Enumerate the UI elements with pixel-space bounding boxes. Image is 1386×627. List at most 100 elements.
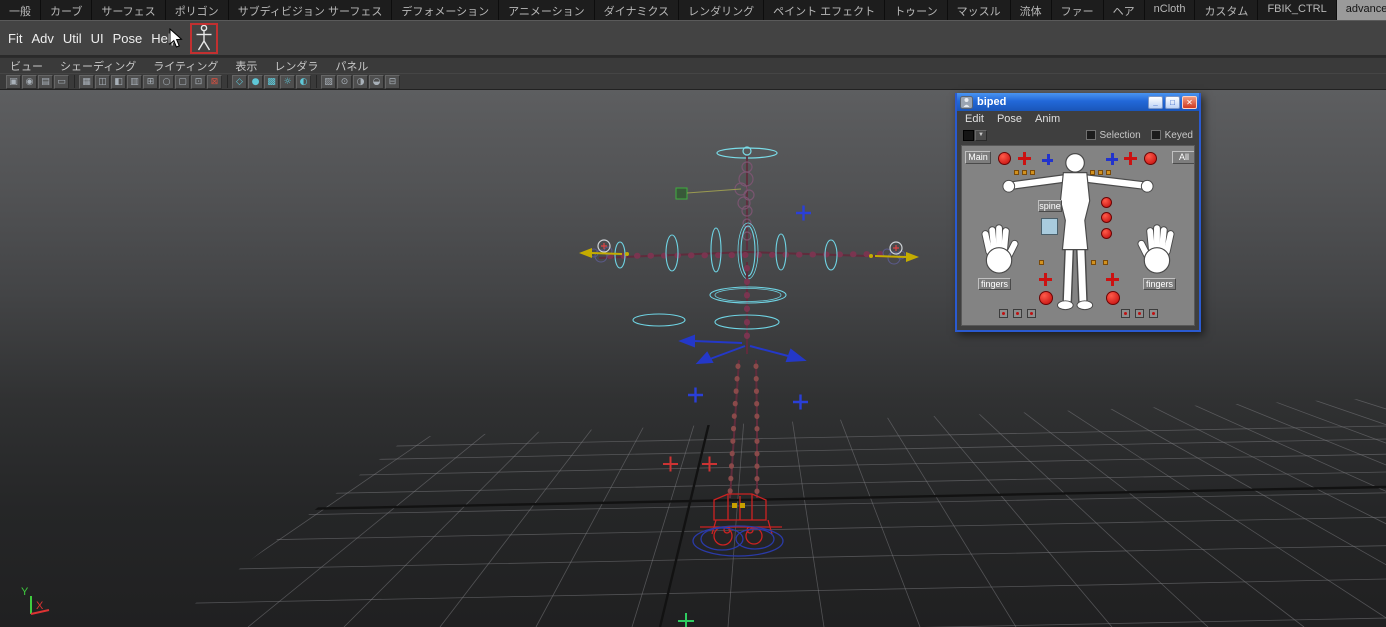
shelf-button-pose[interactable]: Pose — [113, 31, 143, 46]
selection-checkbox[interactable] — [1086, 130, 1096, 140]
right-foot-mini-button[interactable] — [1121, 309, 1130, 318]
snapshot-icon[interactable]: ⊟ — [385, 75, 400, 89]
textured-icon[interactable]: ▩ — [264, 75, 279, 89]
all-button[interactable]: All — [1172, 151, 1195, 164]
right-hip-key-square[interactable] — [1103, 260, 1108, 265]
biped-menu-anim[interactable]: Anim — [1035, 113, 1060, 125]
fingers-right-button[interactable]: fingers — [1143, 278, 1176, 290]
spine-ik-box-button[interactable] — [1041, 218, 1058, 235]
shadows-icon[interactable]: ◐ — [296, 75, 311, 89]
right-arm-fk-cross-button[interactable] — [1124, 152, 1137, 165]
tab-surfaces[interactable]: サーフェス — [92, 0, 165, 20]
right-hand-select-area[interactable] — [1141, 228, 1170, 273]
minimize-button[interactable]: _ — [1148, 96, 1163, 109]
right-leg-fk-cross-button[interactable] — [1106, 273, 1119, 286]
shelf-button-fit[interactable]: Fit — [8, 31, 22, 46]
spine-red-button[interactable] — [1101, 212, 1112, 223]
right-arm-red-button[interactable] — [1144, 152, 1157, 165]
body-select-area[interactable] — [1003, 154, 1153, 310]
biped-titlebar[interactable]: biped _ □ ✕ — [957, 93, 1199, 111]
tab-subdiv-surfaces[interactable]: サブディビジョン サーフェス — [229, 0, 393, 20]
left-leg-fk-cross-button[interactable] — [1039, 273, 1052, 286]
isolate-select-icon[interactable]: ⊙ — [337, 75, 352, 89]
panel-menu-show[interactable]: 表示 — [235, 58, 257, 74]
panel-menu-view[interactable]: ビュー — [10, 58, 43, 74]
tab-hair[interactable]: ヘア — [1104, 0, 1145, 20]
tab-polygons[interactable]: ポリゴン — [166, 0, 229, 20]
right-arm-key-square[interactable] — [1090, 170, 1095, 175]
film-gate-icon[interactable]: ◫ — [95, 75, 110, 89]
tab-muscle[interactable]: マッスル — [948, 0, 1011, 20]
left-arm-key-square[interactable] — [1030, 170, 1035, 175]
tab-advanced-skeleton[interactable]: advancedSkeleton — [1337, 0, 1386, 20]
tab-paint-effects[interactable]: ペイント エフェクト — [764, 0, 885, 20]
shelf-button-util[interactable]: Util — [63, 31, 82, 46]
right-leg-red-button[interactable] — [1106, 291, 1120, 305]
camera-attributes-icon[interactable]: ◉ — [22, 75, 37, 89]
fingers-left-button[interactable]: fingers — [978, 278, 1011, 290]
right-arm-key-square[interactable] — [1106, 170, 1111, 175]
right-shoulder-plus-button[interactable] — [1106, 153, 1118, 165]
keyed-checkbox[interactable] — [1151, 130, 1161, 140]
tab-deformation[interactable]: デフォメーション — [392, 0, 499, 20]
smooth-shade-icon[interactable]: ● — [248, 75, 263, 89]
biped-menu-pose[interactable]: Pose — [997, 113, 1022, 125]
xray-icon[interactable]: ▨ — [321, 75, 336, 89]
biped-menu-edit[interactable]: Edit — [965, 113, 984, 125]
right-hip-key-square[interactable] — [1091, 260, 1096, 265]
tab-rendering[interactable]: レンダリング — [679, 0, 764, 20]
left-hip-key-square[interactable] — [1039, 260, 1044, 265]
right-foot-mini-button[interactable] — [1135, 309, 1144, 318]
resolution-gate-icon[interactable]: ◧ — [111, 75, 126, 89]
left-foot-mini-button[interactable] — [1027, 309, 1036, 318]
character-rig[interactable] — [579, 147, 919, 627]
pose-combo-field[interactable] — [963, 130, 974, 141]
field-chart-icon[interactable]: ⊞ — [143, 75, 158, 89]
spine-button[interactable]: spine — [1038, 200, 1062, 212]
tab-toon[interactable]: トゥーン — [885, 0, 947, 20]
frame-all-icon[interactable]: ⊡ — [191, 75, 206, 89]
tab-dynamics[interactable]: ダイナミクス — [595, 0, 679, 20]
biped-tool-button[interactable] — [190, 23, 218, 54]
left-arm-fk-cross-button[interactable] — [1018, 152, 1031, 165]
tab-fbik-ctrl[interactable]: FBIK_CTRL — [1258, 0, 1336, 20]
left-shoulder-plus-button[interactable] — [1042, 154, 1053, 165]
wireframe-icon[interactable]: ◇ — [232, 75, 247, 89]
left-arm-red-button[interactable] — [998, 152, 1011, 165]
shelf-button-ui[interactable]: UI — [91, 31, 104, 46]
image-plane-icon[interactable]: ▭ — [54, 75, 69, 89]
tab-curves[interactable]: カーブ — [41, 0, 92, 20]
frame-selected-icon[interactable]: ⊠ — [207, 75, 222, 89]
left-hand-select-area[interactable] — [985, 228, 1014, 273]
tab-animation[interactable]: アニメーション — [499, 0, 595, 20]
panel-menu-panels[interactable]: パネル — [335, 58, 368, 74]
left-arm-key-square[interactable] — [1014, 170, 1019, 175]
close-button[interactable]: ✕ — [1182, 96, 1197, 109]
safe-title-icon[interactable]: ▢ — [175, 75, 190, 89]
safe-action-icon[interactable]: ○ — [159, 75, 174, 89]
bookmark-icon[interactable]: ▤ — [38, 75, 53, 89]
shelf-button-adv[interactable]: Adv — [31, 31, 53, 46]
tab-ncloth[interactable]: nCloth — [1145, 0, 1196, 20]
gamma-icon[interactable]: ◒ — [369, 75, 384, 89]
right-arm-key-square[interactable] — [1098, 170, 1103, 175]
exposure-icon[interactable]: ◑ — [353, 75, 368, 89]
left-foot-mini-button[interactable] — [999, 309, 1008, 318]
tab-fur[interactable]: ファー — [1052, 0, 1104, 20]
maximize-button[interactable]: □ — [1165, 96, 1180, 109]
gate-mask-icon[interactable]: ▥ — [127, 75, 142, 89]
use-all-lights-icon[interactable]: ☼ — [280, 75, 295, 89]
pose-combo-dropdown-icon[interactable]: ▼ — [975, 130, 987, 141]
grid-icon[interactable]: ▦ — [79, 75, 94, 89]
panel-menu-lighting[interactable]: ライティング — [153, 58, 218, 74]
tab-fluids[interactable]: 流体 — [1011, 0, 1052, 20]
left-leg-red-button[interactable] — [1039, 291, 1053, 305]
right-foot-mini-button[interactable] — [1149, 309, 1158, 318]
tab-custom[interactable]: カスタム — [1195, 0, 1258, 20]
panel-menu-shading[interactable]: シェーディング — [60, 58, 136, 74]
left-foot-mini-button[interactable] — [1013, 309, 1022, 318]
left-arm-key-square[interactable] — [1022, 170, 1027, 175]
panel-menu-renderer[interactable]: レンダラ — [274, 58, 318, 74]
select-camera-icon[interactable]: ▣ — [6, 75, 21, 89]
spine-red-button[interactable] — [1101, 197, 1112, 208]
